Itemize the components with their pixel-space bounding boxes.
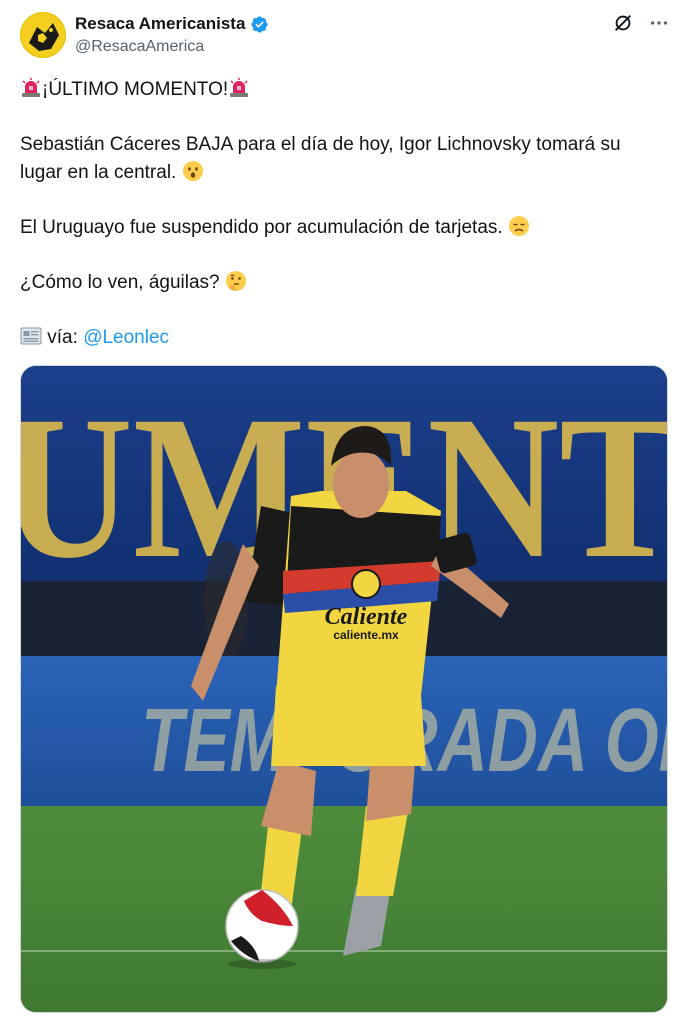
via-line: vía: @Leonlec bbox=[20, 324, 650, 352]
tweet-line-2-text: El Uruguayo fue suspendido por acumulaci… bbox=[20, 217, 503, 238]
more-options-icon[interactable] bbox=[648, 12, 670, 34]
siren-icon bbox=[20, 77, 42, 99]
thinking-face-icon bbox=[225, 270, 247, 292]
surprised-face-icon bbox=[182, 160, 204, 182]
tweet-line-2: El Uruguayo fue suspendido por acumulaci… bbox=[20, 214, 650, 242]
siren-icon bbox=[228, 77, 250, 99]
tweet-photo[interactable]: UMENT TEMPORADA OF Caliente caliente.mx bbox=[20, 365, 668, 1013]
headline-text: ¡ÚLTIMO MOMENTO! bbox=[42, 79, 229, 100]
jersey-sponsor-text: Caliente bbox=[325, 604, 408, 630]
tweet-line-1-text: Sebastián Cáceres BAJA para el día de ho… bbox=[20, 134, 621, 183]
via-mention-link[interactable]: @Leonlec bbox=[83, 327, 169, 348]
jersey-sponsor-url-text: caliente.mx bbox=[333, 628, 399, 642]
grok-icon[interactable] bbox=[612, 12, 634, 34]
player-photo: UMENT TEMPORADA OF Caliente caliente.mx bbox=[21, 366, 667, 1012]
avatar[interactable] bbox=[20, 12, 66, 58]
disappointed-face-icon bbox=[508, 215, 530, 237]
via-label: vía: bbox=[47, 327, 78, 348]
tweet-text: ¡ÚLTIMO MOMENTO! Sebastián Cáceres BAJA … bbox=[20, 76, 650, 352]
tweet-line-1: Sebastián Cáceres BAJA para el día de ho… bbox=[20, 131, 650, 187]
tweet-header: Resaca Americanista @ResacaAmerica bbox=[20, 12, 670, 62]
handle[interactable]: @ResacaAmerica bbox=[75, 38, 204, 56]
headline-line: ¡ÚLTIMO MOMENTO! bbox=[20, 76, 650, 104]
eagle-logo-icon bbox=[21, 13, 65, 57]
tweet-line-3-text: ¿Cómo lo ven, águilas? bbox=[20, 272, 220, 293]
tweet-line-3: ¿Cómo lo ven, águilas? bbox=[20, 269, 650, 297]
newspaper-icon bbox=[20, 325, 42, 347]
display-name[interactable]: Resaca Americanista bbox=[75, 14, 245, 34]
verified-badge-icon bbox=[250, 15, 269, 34]
